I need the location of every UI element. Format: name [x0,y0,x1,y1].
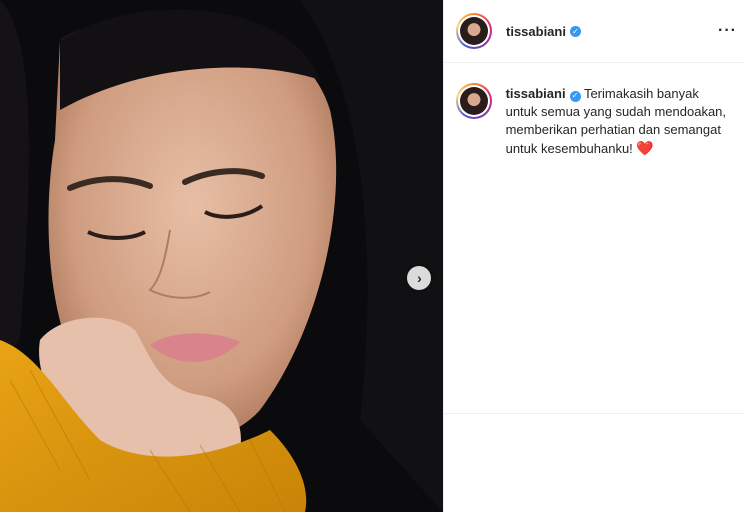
chevron-right-icon: › [417,270,422,286]
more-horizontal-icon[interactable]: ··· [718,22,737,40]
post-header: tissabiani ✓ ··· [444,0,745,63]
header-username[interactable]: tissabiani [506,24,566,39]
caption-avatar[interactable] [456,83,492,119]
caption-username[interactable]: tissabiani [506,86,566,101]
caption: tissabiani ✓ Terimakasih banyak untuk sem… [506,85,733,158]
verified-badge-icon: ✓ [569,90,581,102]
verified-badge-icon: ✓ [569,25,581,37]
caption-row: tissabiani ✓ Terimakasih banyak untuk sem… [444,63,745,158]
divider [444,413,745,414]
heart-emoji: ❤️ [636,140,654,156]
post-photo[interactable]: › [0,0,443,512]
post-side-panel: tissabiani ✓ ··· tissabiani ✓ Terimakasih… [443,0,745,512]
avatar-image [460,17,488,45]
carousel-next-button[interactable]: › [407,266,431,290]
portrait-image [0,0,443,512]
avatar-image [459,87,488,115]
avatar[interactable] [456,13,492,49]
